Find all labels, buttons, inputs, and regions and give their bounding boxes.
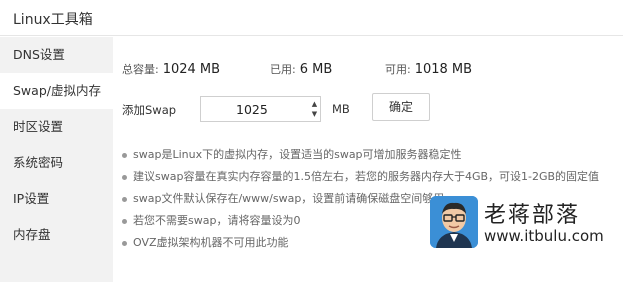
swap-size-value[interactable]: 1025 — [236, 102, 268, 117]
stat-available-label: 可用: — [385, 63, 411, 76]
sidebar: DNS设置 Swap/虚拟内存 时区设置 系统密码 IP设置 内存盘 — [0, 37, 113, 282]
stat-used-label: 已用: — [270, 63, 296, 76]
stat-total-label: 总容量: — [122, 63, 159, 76]
confirm-button[interactable]: 确定 — [372, 93, 430, 121]
stat-available-value: 1018 MB — [414, 62, 473, 77]
stat-used-value: 6 MB — [299, 62, 333, 77]
spinner-down-icon[interactable]: ▼ — [310, 109, 319, 119]
note-item: 建议swap容量在真实内存容量的1.5倍左右，若您的服务器内存大于4GB，可设1… — [122, 166, 612, 188]
window-title: Linux工具箱 — [13, 12, 93, 28]
watermark: 老蒋部落 www.itbulu.com — [430, 196, 623, 252]
sidebar-item-password[interactable]: 系统密码 — [0, 145, 113, 181]
stat-total: 总容量: 1024 MB — [122, 61, 220, 77]
sidebar-item-ip[interactable]: IP设置 — [0, 181, 113, 217]
title-bar: Linux工具箱 — [0, 0, 623, 36]
add-swap-label: 添加Swap — [122, 103, 177, 117]
add-swap-row: 添加Swap 1025 ▲ ▼ MB 确定 — [122, 93, 522, 122]
stat-used: 已用: 6 MB — [270, 61, 332, 77]
unit-label: MB — [332, 102, 350, 116]
sidebar-item-ramdisk[interactable]: 内存盘 — [0, 217, 113, 253]
note-item: swap是Linux下的虚拟内存，设置适当的swap可增加服务器稳定性 — [122, 144, 612, 166]
sidebar-item-dns[interactable]: DNS设置 — [0, 37, 113, 73]
stat-total-value: 1024 MB — [162, 62, 221, 77]
sidebar-item-swap[interactable]: Swap/虚拟内存 — [0, 73, 113, 109]
watermark-url: www.itbulu.com — [484, 227, 604, 245]
stat-available: 可用: 1018 MB — [385, 61, 472, 77]
spinner-up-icon[interactable]: ▲ — [310, 99, 319, 109]
number-spinner[interactable]: ▲ ▼ — [310, 99, 319, 119]
sidebar-item-timezone[interactable]: 时区设置 — [0, 109, 113, 145]
avatar-icon — [430, 196, 478, 248]
swap-size-input[interactable]: 1025 ▲ ▼ — [200, 96, 321, 122]
watermark-brand: 老蒋部落 — [484, 203, 581, 228]
